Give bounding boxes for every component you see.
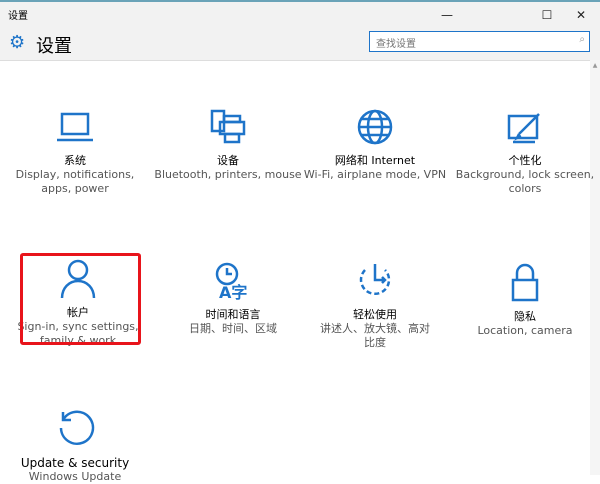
page-title: 设置 [36,36,72,57]
search-input[interactable] [370,35,560,54]
ease-of-access-icon [359,264,391,296]
tile-desc: 讲述人、放大镜、高对比度 [320,322,430,349]
tile-time-language[interactable]: A字 时间和语言 日期、时间、区域 [158,260,308,336]
close-button[interactable]: ✕ [566,5,596,25]
tile-update-security[interactable]: Update & security Windows Update [0,408,150,484]
window-title: 设置 [8,11,28,22]
tile-desc: Display, notifications, apps, power [15,168,135,195]
tile-desc: Sign-in, sync settings, family & work [17,320,139,347]
tile-system[interactable]: 系统 Display, notifications, apps, power [0,108,150,196]
tile-desc: Windows Update [28,470,122,483]
tile-desc: Bluetooth, printers, mouse [154,168,302,181]
paint-icon [507,113,540,144]
lock-icon [511,263,539,302]
globe-icon [357,109,393,145]
scroll-up-icon[interactable]: ▲ [590,62,600,69]
tile-title: 轻松使用 [353,308,397,321]
person-icon [60,259,96,298]
search-icon[interactable]: ⌕ [579,34,585,45]
tile-desc: 日期、时间、区域 [189,322,277,335]
minimize-button[interactable]: — [432,5,462,25]
tile-desc: Location, camera [477,324,573,337]
gear-icon: ⚙ [9,32,26,53]
devices-icon [210,109,246,144]
tile-ease-of-access[interactable]: 轻松使用 讲述人、放大镜、高对比度 [300,260,450,350]
header: ⚙ 设置 ⌕ [0,28,600,60]
svg-text:A字: A字 [219,283,247,300]
update-icon [59,410,95,445]
tile-devices[interactable]: 设备 Bluetooth, printers, mouse [153,108,303,182]
time-language-icon: A字 [215,262,247,300]
tile-title: 系统 [64,154,86,167]
tile-personalization[interactable]: 个性化 Background, lock screen, colors [450,108,600,196]
title-bar: 设置 — ☐ ✕ [0,0,600,28]
tile-title: 隐私 [514,310,536,323]
tile-title: 帐户 [67,306,89,319]
maximize-button[interactable]: ☐ [532,5,562,25]
tile-desc: Wi-Fi, airplane mode, VPN [303,168,447,181]
tile-desc: Background, lock screen, colors [455,168,595,195]
tile-title: 设备 [217,154,239,167]
tile-title: 网络和 Internet [334,154,416,167]
laptop-icon [57,112,93,142]
tile-privacy[interactable]: 隐私 Location, camera [450,262,600,338]
tile-title: Update & security [20,456,130,470]
search-box[interactable]: ⌕ [369,31,590,54]
tile-title: 时间和语言 [205,308,261,321]
tile-accounts[interactable]: 帐户 Sign-in, sync settings, family & work [3,258,153,348]
tile-title: 个性化 [508,154,542,167]
tile-network[interactable]: 网络和 Internet Wi-Fi, airplane mode, VPN [300,108,450,182]
